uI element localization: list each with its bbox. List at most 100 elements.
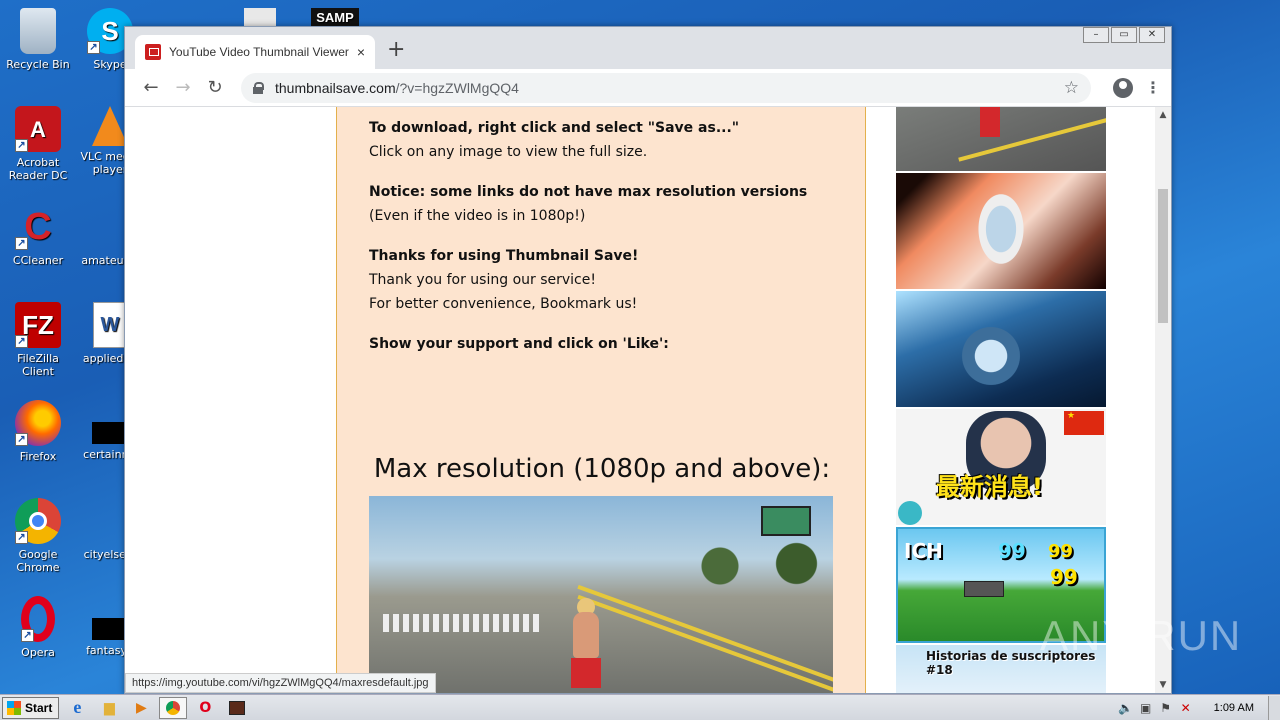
main-content-box: To download, right click and select "Sav…	[336, 107, 866, 693]
sidebar-thumbnail[interactable]	[896, 107, 1106, 171]
desktop-icon-label: Recycle Bin	[6, 58, 70, 71]
tab-active[interactable]: YouTube Video Thumbnail Viewer and ×	[135, 35, 375, 69]
desktop-icon-opera[interactable]: ↗ Opera	[0, 596, 76, 659]
taskbar-chrome-icon[interactable]	[159, 696, 188, 719]
address-bar[interactable]: thumbnailsave.com /?v=hgzZWlMgQQ4 ☆	[241, 72, 1091, 103]
thumbnail-number: 99	[1048, 541, 1074, 562]
action-center-flag-icon[interactable]: ⚑	[1156, 701, 1176, 715]
page-viewport: To download, right click and select "Sav…	[125, 107, 1157, 693]
thanks-line-2: For better convenience, Bookmark us!	[369, 296, 638, 312]
desktop-icon-firefox[interactable]: ↗ Firefox	[0, 400, 76, 463]
thumbnail-number: 99	[1050, 565, 1078, 589]
bookmark-star-icon[interactable]: ☆	[1064, 78, 1079, 98]
thumbnailsave-favicon-icon	[145, 44, 161, 60]
page-scrollbar[interactable]: ▲ ▼	[1155, 107, 1171, 693]
opera-icon: ↗	[21, 596, 55, 642]
start-label: Start	[25, 700, 53, 715]
scroll-down-icon[interactable]: ▼	[1155, 677, 1171, 693]
sidebar-thumbnail[interactable]	[896, 291, 1106, 407]
tab-bar: YouTube Video Thumbnail Viewer and × + –…	[125, 27, 1171, 69]
desktop-icon-label: FileZilla Client	[17, 352, 59, 378]
taskbar-ie-icon[interactable]: e	[63, 697, 91, 719]
notice-subtext: (Even if the video is in 1080p!)	[369, 208, 586, 224]
click-instruction: Click on any image to view the full size…	[369, 144, 648, 160]
network-icon[interactable]: ▣	[1136, 701, 1156, 715]
sidebar-thumbnail[interactable]	[896, 173, 1106, 289]
scrollbar-thumb[interactable]	[1158, 189, 1168, 323]
tab-title: YouTube Video Thumbnail Viewer and	[169, 45, 349, 59]
tab-close-icon[interactable]: ×	[357, 44, 365, 60]
recycle-bin-icon	[20, 8, 56, 54]
taskbar-clock[interactable]: 1:09 AM	[1214, 702, 1254, 714]
browser-toolbar: ← → ↻ thumbnailsave.com /?v=hgzZWlMgQQ4 …	[125, 69, 1171, 107]
thumbnail-number: 99	[998, 539, 1026, 563]
desktop-icon-label: Skype	[93, 58, 127, 71]
back-button[interactable]: ←	[135, 77, 167, 98]
filezilla-icon: FZ ↗	[15, 302, 61, 348]
volume-icon[interactable]: 🔈	[1116, 701, 1136, 715]
support-heading: Show your support and click on 'Like':	[369, 336, 669, 352]
scroll-up-icon[interactable]: ▲	[1155, 107, 1171, 123]
game-character	[565, 598, 605, 693]
taskbar-app-icon[interactable]	[223, 697, 251, 719]
thumbnail-text: ICH	[904, 539, 943, 563]
download-instruction: To download, right click and select "Sav…	[369, 120, 740, 136]
reload-button[interactable]: ↻	[199, 77, 231, 98]
shortcut-arrow-icon: ↗	[15, 139, 28, 152]
new-tab-button[interactable]: +	[387, 39, 405, 61]
weapon-icon	[964, 581, 1004, 597]
file-icon	[244, 8, 276, 26]
taskbar-opera-icon[interactable]: O	[191, 697, 219, 719]
maximize-button[interactable]: ▭	[1111, 27, 1137, 43]
blank-file-icon	[92, 618, 128, 640]
chrome-icon: ↗	[15, 498, 61, 544]
window-controls: – ▭ ✕	[1081, 27, 1165, 43]
desktop-icon-label: Acrobat Reader DC	[8, 156, 68, 182]
china-flag-icon: ★	[1064, 411, 1104, 435]
desktop-icon-chrome[interactable]: ↗ Google Chrome	[0, 498, 76, 574]
firefox-icon: ↗	[15, 400, 61, 446]
browser-window: YouTube Video Thumbnail Viewer and × + –…	[124, 26, 1172, 694]
desktop-icon-label: Opera	[21, 646, 55, 659]
start-button[interactable]: Start	[2, 696, 60, 719]
taskbar-media-player-icon[interactable]: ▶	[127, 697, 155, 719]
desktop-icon-acrobat[interactable]: A ↗ Acrobat Reader DC	[0, 106, 76, 182]
profile-avatar-icon[interactable]	[1113, 77, 1133, 98]
max-resolution-heading: Max resolution (1080p and above):	[373, 454, 831, 484]
max-resolution-thumbnail[interactable]	[369, 496, 833, 693]
close-tray-icon[interactable]: ✕	[1176, 701, 1196, 715]
desktop-icon-ccleaner[interactable]: C ↗ CCleaner	[0, 204, 76, 268]
thanks-line-1: Thank you for using our service!	[369, 272, 596, 288]
desktop-icon-label: Google Chrome	[16, 548, 60, 574]
blank-file-icon	[92, 422, 128, 444]
ccleaner-icon: C ↗	[15, 204, 61, 250]
channel-logo-icon	[898, 501, 922, 525]
desktop-icon-filezilla[interactable]: FZ ↗ FileZilla Client	[0, 302, 76, 378]
acrobat-icon: A ↗	[15, 106, 61, 152]
show-desktop-button[interactable]	[1268, 695, 1280, 720]
road-line	[577, 594, 833, 693]
taskbar-explorer-icon[interactable]: ▆	[95, 697, 123, 719]
close-window-button[interactable]: ✕	[1139, 27, 1165, 43]
word-doc-icon: W	[93, 302, 127, 348]
desktop-icon-label: CCleaner	[12, 254, 64, 267]
minimize-button[interactable]: –	[1083, 27, 1109, 43]
shortcut-arrow-icon: ↗	[87, 41, 100, 54]
forward-button[interactable]: →	[167, 77, 199, 98]
lock-icon	[253, 81, 264, 94]
desktop-icon-label: Firefox	[19, 450, 57, 463]
menu-dots-icon[interactable]: ⋮	[1145, 78, 1161, 97]
sidebar-thumbnail[interactable]: ★ 最新消息!	[896, 409, 1106, 525]
anyrun-watermark: ANY RUN	[1040, 612, 1243, 659]
shortcut-arrow-icon: ↗	[15, 433, 28, 446]
shortcut-arrow-icon: ↗	[15, 335, 28, 348]
windows-logo-icon	[7, 700, 21, 715]
status-bar-link: https://img.youtube.com/vi/hgzZWlMgQQ4/m…	[125, 673, 436, 693]
taskbar: Start e ▆ ▶ O 🔈 ▣ ⚑ ✕ 1:09 AM	[0, 694, 1280, 720]
shortcut-arrow-icon: ↗	[15, 531, 28, 544]
system-tray: 🔈 ▣ ⚑ ✕ 1:09 AM	[1116, 695, 1280, 720]
shortcut-arrow-icon: ↗	[15, 237, 28, 250]
thanks-heading: Thanks for using Thumbnail Save!	[369, 248, 639, 264]
desktop-icon-recycle-bin[interactable]: Recycle Bin	[0, 8, 76, 71]
shortcut-arrow-icon: ↗	[21, 629, 34, 642]
